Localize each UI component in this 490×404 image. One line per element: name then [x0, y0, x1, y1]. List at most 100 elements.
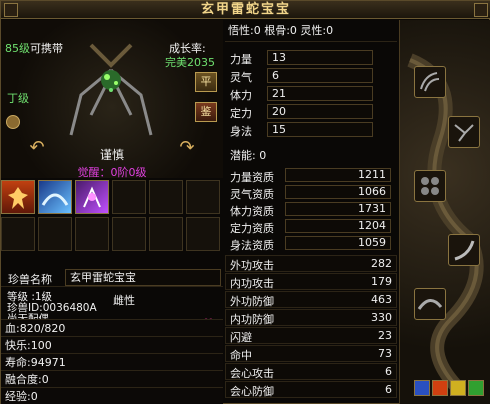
window-ornament: [4, 3, 18, 17]
level-text: 可携带: [30, 42, 63, 55]
aptitude-label: 体力资质: [230, 205, 274, 218]
pet-grade: 丁级: [7, 92, 29, 105]
aptitude-label: 定力资质: [230, 222, 274, 235]
aptitude-value: 1204: [285, 219, 391, 233]
pet-name-label: 珍兽名称: [8, 273, 52, 286]
combat-stat-value: 6: [385, 383, 392, 396]
magic-skill-icon: [83, 186, 101, 208]
aptitude-label: 身法资质: [230, 239, 274, 252]
aptitude-value: 1211: [285, 168, 391, 182]
combat-stat-label: 闪避: [230, 331, 252, 344]
pet-level-requirement: 85级可携带: [5, 40, 63, 56]
pet-gender: 雌性: [113, 294, 135, 307]
attr-row: 身法 15: [225, 122, 397, 138]
aptitude-label: 力量资质: [230, 171, 274, 184]
title-bar: 玄甲雷蛇宝宝: [1, 1, 490, 19]
attr-value: 21: [267, 86, 373, 101]
aptitude-value: 1066: [285, 185, 391, 199]
aptitude-row: 力量资质 1211: [225, 168, 397, 184]
hp-stat: 血:820/820: [1, 319, 223, 337]
attr-value: 6: [267, 68, 373, 83]
skill-slot[interactable]: [1, 180, 35, 214]
skill-slot-empty[interactable]: [75, 217, 109, 251]
skill-slot[interactable]: [38, 180, 72, 214]
skill-slot-empty[interactable]: [112, 180, 146, 214]
skill-slot-empty[interactable]: [112, 217, 146, 251]
skill-grid: [1, 180, 223, 266]
aptitude-row: 体力资质 1731: [225, 202, 397, 218]
appraise-button[interactable]: 鉴: [195, 102, 217, 122]
equip-slot-head[interactable]: [414, 66, 446, 98]
attr-label: 灵气: [230, 71, 252, 84]
combat-stat-value: 282: [371, 257, 392, 270]
skill-slot-empty[interactable]: [38, 217, 72, 251]
combat-stat-label: 会心防御: [230, 385, 274, 398]
attr-row: 体力 21: [225, 86, 397, 102]
attr-row: 力量 13: [225, 50, 397, 66]
combat-stat-row: 闪避 23: [225, 327, 397, 344]
water-skill-icon: [41, 193, 69, 206]
attr-label: 力量: [230, 53, 252, 66]
attribute-panel: 悟性:0 根骨:0 灵性:0 力量 13 灵气 6 体力 21 定力 20 身法…: [225, 20, 397, 404]
combat-stat-row: 外功防御 463: [225, 291, 397, 308]
skill-slot-empty[interactable]: [149, 180, 183, 214]
aptitude-value: 1731: [285, 202, 391, 216]
thunder-buff-icon[interactable]: [450, 380, 466, 396]
combat-stat-value: 6: [385, 365, 392, 378]
combat-stat-label: 内功防御: [230, 313, 274, 326]
combat-stat-row: 内功攻击 179: [225, 273, 397, 290]
skill-slot-empty[interactable]: [1, 217, 35, 251]
combat-stat-row: 内功防御 330: [225, 309, 397, 326]
skill-slot[interactable]: [75, 180, 109, 214]
close-button[interactable]: [474, 3, 488, 17]
combat-stat-value: 73: [378, 347, 392, 360]
attr-row: 定力 20: [225, 104, 397, 120]
combat-stat-value: 330: [371, 311, 392, 324]
awaken-level: 觉醒：0阶0级: [77, 166, 147, 179]
pet-portrait-panel: 85级可携带 成长率: 完美2035 丁级 平 鉴 ↶ ↷ 谨慎 觉醒：0阶0级: [1, 20, 223, 404]
pet-model-image: [69, 43, 153, 136]
attr-value: 13: [267, 50, 373, 65]
combat-stat-row: 外功攻击 282: [225, 255, 397, 272]
equip-slot-horn[interactable]: [448, 234, 480, 266]
pet-name-row: 珍兽名称 玄甲雷蛇宝宝: [1, 269, 223, 287]
equip-slot-tail[interactable]: [414, 288, 446, 320]
potential-points: 潜能: 0: [230, 149, 267, 162]
fire-buff-icon[interactable]: [432, 380, 448, 396]
aptitude-row: 身法资质 1059: [225, 236, 397, 252]
combat-stat-row: 会心攻击 6: [225, 363, 397, 380]
level-number: 85级: [5, 42, 30, 55]
fusion-stat: 融合度:0: [1, 370, 223, 388]
aptitude-label: 灵气资质: [230, 188, 274, 201]
pet-personality: 谨慎: [99, 148, 124, 162]
skill-slot-empty[interactable]: [186, 217, 220, 251]
attr-label: 体力: [230, 89, 252, 102]
aptitude-row: 定力资质 1204: [225, 219, 397, 235]
warrior-skill-icon: [8, 187, 28, 209]
tail-icon: [417, 299, 443, 310]
combat-stat-label: 外功攻击: [230, 259, 274, 272]
rate-button[interactable]: 平: [195, 72, 217, 92]
pet-name-field[interactable]: 玄甲雷蛇宝宝: [65, 269, 221, 286]
equip-slot-armor[interactable]: [414, 170, 446, 202]
scale-armor-icon: [421, 177, 439, 195]
skill-slot-empty[interactable]: [149, 217, 183, 251]
skill-slot-empty[interactable]: [186, 180, 220, 214]
attr-label: 身法: [230, 125, 252, 138]
lock-icon[interactable]: [6, 115, 20, 129]
poison-buff-icon[interactable]: [468, 380, 484, 396]
pet-window: 玄甲雷蛇宝宝 85级可携带 成长率: 完美2035 丁级 平 鉴 ↶ ↷ 谨慎 …: [0, 0, 490, 404]
combat-stat-value: 23: [378, 329, 392, 342]
horn-icon: [454, 240, 475, 261]
growth-value: 完美2035: [165, 56, 215, 69]
equip-slot-claw[interactable]: [448, 116, 480, 148]
attr-value: 20: [267, 104, 373, 119]
lifespan-stat: 寿命:94971: [1, 353, 223, 371]
combat-stat-label: 外功防御: [230, 295, 274, 308]
aptitude-value: 1059: [285, 236, 391, 250]
combat-stat-label: 内功攻击: [230, 277, 274, 290]
combat-stat-row: 命中 73: [225, 345, 397, 362]
ice-buff-icon[interactable]: [414, 380, 430, 396]
attr-value: 15: [267, 122, 373, 137]
combat-stat-value: 463: [371, 293, 392, 306]
